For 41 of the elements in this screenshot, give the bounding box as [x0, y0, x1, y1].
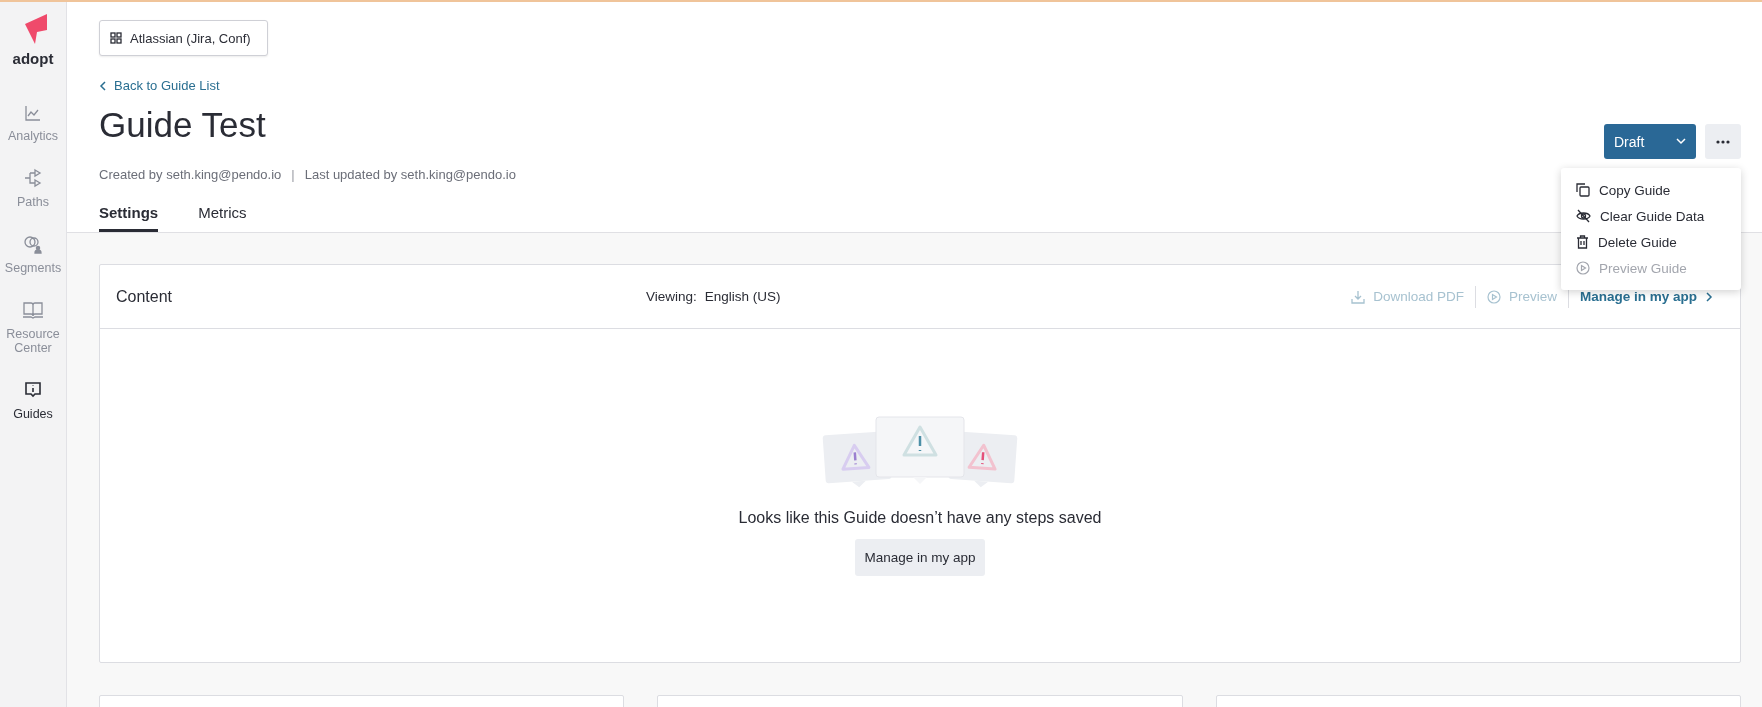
sidebar-item[interactable]: Guides: [0, 380, 66, 421]
menu-item[interactable]: Clear Guide Data: [1561, 203, 1741, 229]
menu-item[interactable]: Copy Guide: [1561, 177, 1741, 203]
menu-item[interactable]: Delete Guide: [1561, 229, 1741, 255]
linked-rings-person-icon: [23, 234, 43, 254]
app-selector[interactable]: Atlassian (Jira, Conf): [99, 20, 268, 56]
copy-icon: [1576, 183, 1590, 197]
sidebar-item[interactable]: Resource Center: [0, 300, 66, 355]
chevron-right-icon: [1705, 291, 1713, 302]
flow-arrows-icon: [23, 168, 43, 188]
status-dropdown[interactable]: Draft: [1604, 124, 1696, 159]
eye-slash-icon: [1576, 209, 1591, 223]
tab[interactable]: Settings: [99, 204, 159, 232]
tab[interactable]: Metrics: [198, 204, 247, 232]
manage-app-button[interactable]: Manage in my app: [855, 539, 985, 576]
play-circle-icon: [1576, 261, 1590, 275]
divider: |: [291, 167, 295, 182]
sidebar-item[interactable]: Analytics: [0, 104, 66, 143]
empty-state-message: Looks like this Guide doesn’t have any steps saved: [738, 509, 1102, 527]
open-book-icon: [22, 300, 44, 320]
last-updated: Last updated by seth.king@pendo.io: [304, 167, 516, 182]
sidebar-item[interactable]: Segments: [0, 234, 66, 275]
viewing-label: Viewing:: [646, 289, 697, 304]
trash-icon: [1576, 235, 1589, 249]
language-value: English (US): [704, 289, 781, 304]
message-info-icon: [23, 380, 43, 400]
card-title: Content: [116, 287, 174, 306]
download-icon: [1351, 289, 1366, 304]
sidebar-item[interactable]: Paths: [0, 168, 66, 209]
line-chart-icon: [24, 104, 42, 122]
created-by: Created by seth.king@pendo.io: [99, 167, 282, 182]
brand-name: adopt: [12, 50, 54, 67]
back-link[interactable]: Back to Guide List: [99, 78, 220, 93]
chevron-down-icon: [1676, 138, 1686, 145]
action-link[interactable]: Manage in my app: [1568, 289, 1724, 304]
play-circle-icon: [1486, 289, 1501, 304]
grid-icon: [110, 32, 122, 44]
more-button[interactable]: [1705, 124, 1741, 159]
more-icon: [1716, 139, 1730, 144]
chevron-left-icon: [99, 80, 107, 91]
page-title: Guide Test: [99, 105, 266, 145]
